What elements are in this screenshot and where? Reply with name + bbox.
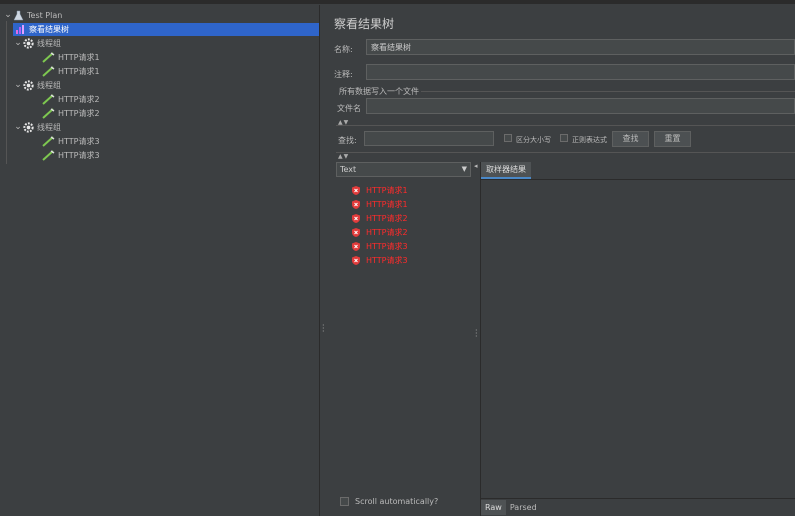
case-sensitive-checkbox[interactable] [504,134,512,142]
error-shield-icon [352,228,360,237]
tree-node-label: HTTP请求1 [58,53,100,62]
scroll-automatically-checkbox[interactable] [340,497,349,506]
gear-icon [23,122,34,133]
error-shield-icon [352,200,360,209]
tree-node-http-request[interactable]: HTTP请求1 [42,65,100,78]
name-label: 名称: [334,45,353,54]
error-shield-icon [352,242,360,251]
result-label: HTTP请求1 [366,186,408,195]
reset-button[interactable]: 重置 [654,131,691,147]
tree-node-label: 线程组 [37,39,61,48]
result-item[interactable]: HTTP请求2 [352,212,408,225]
chevron-down-icon[interactable]: ⌄ [13,79,23,92]
divider [336,125,795,126]
divider [336,152,795,153]
name-input[interactable] [366,39,795,55]
chevron-down-icon[interactable]: ⌄ [3,9,13,22]
scroll-automatically-label: Scroll automatically? [355,497,439,506]
result-item[interactable]: HTTP请求1 [352,198,408,211]
comment-input[interactable] [366,64,795,80]
pipette-icon [42,108,55,119]
tree-node-thread-group-1[interactable]: ⌄ 线程组 [13,37,61,50]
search-label: 查找: [338,136,357,145]
comment-label: 注释: [334,70,353,79]
tree-node-thread-group-3[interactable]: ⌄ 线程组 [13,121,61,134]
tree-node-http-request[interactable]: HTTP请求3 [42,135,100,148]
file-section-divider [421,91,795,92]
case-sensitive-label: 区分大小写 [516,136,551,144]
gear-icon [23,80,34,91]
pipette-icon [42,66,55,77]
view-mode-tabs: Raw Parsed [481,498,795,516]
tree-node-label: 线程组 [37,123,61,132]
tree-node-label: HTTP请求2 [58,109,100,118]
result-label: HTTP请求2 [366,228,408,237]
pipette-icon [42,94,55,105]
pipette-icon [42,136,55,147]
result-item[interactable]: HTTP请求1 [352,184,408,197]
result-label: HTTP请求2 [366,214,408,223]
tree-node-label: HTTP请求3 [58,137,100,146]
search-input[interactable] [364,131,494,146]
dropdown-arrow-icon: ▼ [461,165,467,173]
regex-checkbox[interactable] [560,134,568,142]
tree-node-label: Test Plan [27,11,63,20]
sampler-result-content [481,179,795,495]
chart-icon [16,25,24,34]
scroll-automatically-option[interactable]: Scroll automatically? [340,497,438,506]
result-item[interactable]: HTTP请求3 [352,240,408,253]
tree-node-label: 察看结果树 [29,25,69,34]
renderer-select[interactable]: Text ▼ [336,162,471,177]
tree-node-http-request[interactable]: HTTP请求2 [42,107,100,120]
gear-icon [23,38,34,49]
result-item[interactable]: HTTP请求2 [352,226,408,239]
tree-node-http-request[interactable]: HTTP请求1 [42,51,100,64]
expand-left-icon[interactable]: ◂ [474,162,478,170]
tree-node-label: HTTP请求1 [58,67,100,76]
filename-input[interactable] [366,98,795,114]
tab-sampler-result[interactable]: 取样器结果 [481,162,531,179]
toolbar-strip [0,0,795,4]
tree-node-view-results-tree[interactable]: 察看结果树 [13,23,319,36]
tree-node-test-plan[interactable]: ⌄ Test Plan [3,9,62,22]
flask-icon [13,10,24,21]
error-shield-icon [352,214,360,223]
pipette-icon [42,150,55,161]
tree-node-thread-group-2[interactable]: ⌄ 线程组 [13,79,61,92]
tree-node-http-request[interactable]: HTTP请求3 [42,149,100,162]
tree-guide-line [6,21,7,164]
tree-node-label: 线程组 [37,81,61,90]
tree-node-label: HTTP请求2 [58,95,100,104]
chevron-down-icon[interactable]: ⌄ [13,121,23,134]
chevron-down-icon[interactable]: ⌄ [13,37,23,50]
result-label: HTTP请求3 [366,242,408,251]
collapse-arrows-icon[interactable]: ▲▼ [338,153,349,160]
result-label: HTTP请求3 [366,256,408,265]
result-item[interactable]: HTTP请求3 [352,254,408,267]
renderer-selected-value: Text [340,165,357,174]
error-shield-icon [352,186,360,195]
results-list[interactable]: HTTP请求1 HTTP请求1 HTTP请求2 HTTP请求2 HTTP请求3 … [336,178,471,498]
result-label: HTTP请求1 [366,200,408,209]
error-shield-icon [352,256,360,265]
find-button[interactable]: 查找 [612,131,649,147]
test-plan-tree[interactable]: ⌄ Test Plan 察看结果树 ⌄ 线程组 HTTP请求1 HTTP请求1 … [0,5,320,516]
sampler-result-panel: 取样器结果 Raw Parsed [480,162,795,516]
view-results-tree-panel: 察看结果树 名称: 注释: 所有数据写入一个文件 文件名 ▲▼ 查找: 区分大小… [323,5,795,516]
tab-raw[interactable]: Raw [481,500,506,515]
tree-node-label: HTTP请求3 [58,151,100,160]
filename-label: 文件名 [337,104,361,113]
results-splitter-handle[interactable]: · · · [475,327,478,341]
tree-node-http-request[interactable]: HTTP请求2 [42,93,100,106]
file-section-label: 所有数据写入一个文件 [339,87,419,96]
tab-parsed[interactable]: Parsed [506,500,541,515]
pipette-icon [42,52,55,63]
page-title: 察看结果树 [334,17,395,31]
regex-label: 正则表达式 [572,136,607,144]
